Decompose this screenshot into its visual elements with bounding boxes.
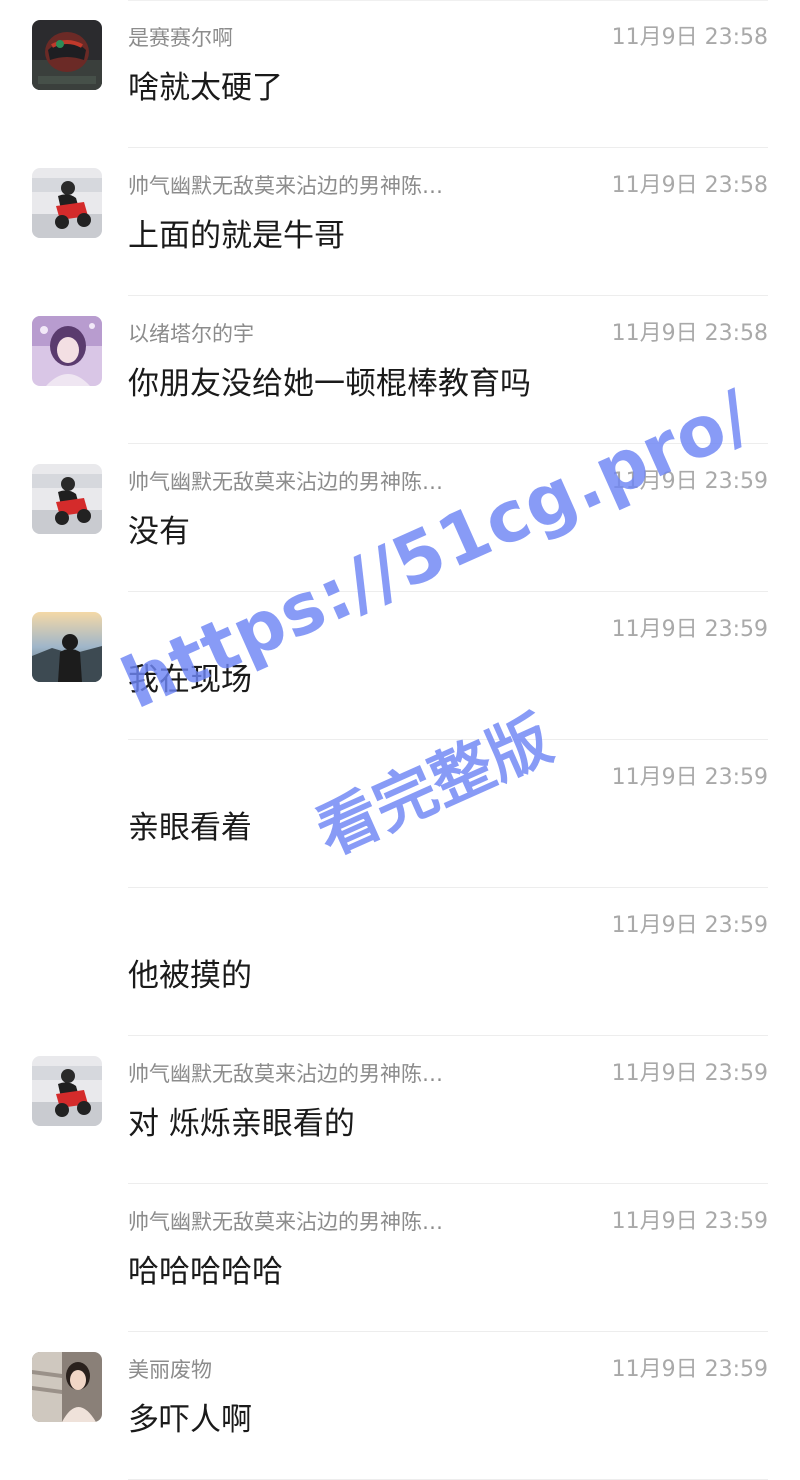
message-time: 11月9日 23:59	[611, 1357, 768, 1382]
message-time: 11月9日 23:58	[611, 173, 768, 198]
message-item[interactable]: 11月9日 23:59 亲眼看着	[0, 740, 800, 888]
message-time: 11月9日 23:59	[611, 617, 768, 642]
sender-name[interactable]: 帅气幽默无敌莫来沾边的男神陈…	[128, 468, 443, 496]
message-item[interactable]: 11月9日 23:59 他被摸的	[0, 888, 800, 1036]
message-time: 11月9日 23:59	[611, 913, 768, 938]
message-text: 他被摸的	[128, 958, 252, 994]
message-item[interactable]: 帅气幽默无敌莫来沾边的男神陈… 11月9日 23:59 对 烁烁亲眼看的	[0, 1036, 800, 1184]
motorcycle-avatar[interactable]	[32, 464, 102, 534]
sender-name[interactable]: 是赛赛尔啊	[128, 24, 233, 52]
message-time: 11月9日 23:58	[611, 25, 768, 50]
message-text: 没有	[128, 514, 190, 550]
message-item[interactable]: 帅气幽默无敌莫来沾边的男神陈… 11月9日 23:59 没有	[0, 444, 800, 592]
message-text: 我在现场	[128, 662, 252, 698]
message-time: 11月9日 23:59	[611, 1209, 768, 1234]
message-text: 多吓人啊	[128, 1402, 252, 1438]
message-text: 啥就太硬了	[128, 70, 283, 106]
motorcycle-avatar[interactable]	[32, 168, 102, 238]
message-text: 哈哈哈哈哈	[128, 1254, 283, 1290]
message-text: 你朋友没给她一顿棍棒教育吗	[128, 366, 531, 402]
message-text: 对 烁烁亲眼看的	[128, 1106, 355, 1142]
message-item[interactable]: 11月9日 23:59 我在现场	[0, 592, 800, 740]
sender-name[interactable]: 以绪塔尔的宇	[128, 320, 254, 348]
message-item[interactable]: 帅气幽默无敌莫来沾边的男神陈… 11月9日 23:58 上面的就是牛哥	[0, 148, 800, 296]
message-item[interactable]: 以绪塔尔的宇 11月9日 23:58 你朋友没给她一顿棍棒教育吗	[0, 296, 800, 444]
message-text: 上面的就是牛哥	[128, 218, 345, 254]
sender-name[interactable]: 帅气幽默无敌莫来沾边的男神陈…	[128, 1208, 443, 1236]
message-item[interactable]: 美丽废物 11月9日 23:59 多吓人啊	[0, 1332, 800, 1480]
girl-photo-avatar[interactable]	[32, 1352, 102, 1422]
message-time: 11月9日 23:59	[611, 1061, 768, 1086]
sender-name[interactable]: 帅气幽默无敌莫来沾边的男神陈…	[128, 172, 443, 200]
message-list[interactable]: 是赛赛尔啊 11月9日 23:58 啥就太硬了 帅气幽默无敌莫来沾边的男神陈… …	[0, 0, 800, 1480]
helmet-avatar[interactable]	[32, 20, 102, 90]
message-item[interactable]: 帅气幽默无敌莫来沾边的男神陈… 11月9日 23:59 哈哈哈哈哈	[0, 1184, 800, 1332]
sender-name[interactable]: 美丽废物	[128, 1356, 212, 1384]
rider-sunset-avatar[interactable]	[32, 612, 102, 682]
sender-name[interactable]: 帅气幽默无敌莫来沾边的男神陈…	[128, 1060, 443, 1088]
message-text: 亲眼看着	[128, 810, 252, 846]
message-time: 11月9日 23:59	[611, 765, 768, 790]
message-time: 11月9日 23:58	[611, 321, 768, 346]
anime-girl-avatar[interactable]	[32, 316, 102, 386]
message-time: 11月9日 23:59	[611, 469, 768, 494]
message-item[interactable]: 是赛赛尔啊 11月9日 23:58 啥就太硬了	[0, 0, 800, 148]
motorcycle-avatar[interactable]	[32, 1056, 102, 1126]
